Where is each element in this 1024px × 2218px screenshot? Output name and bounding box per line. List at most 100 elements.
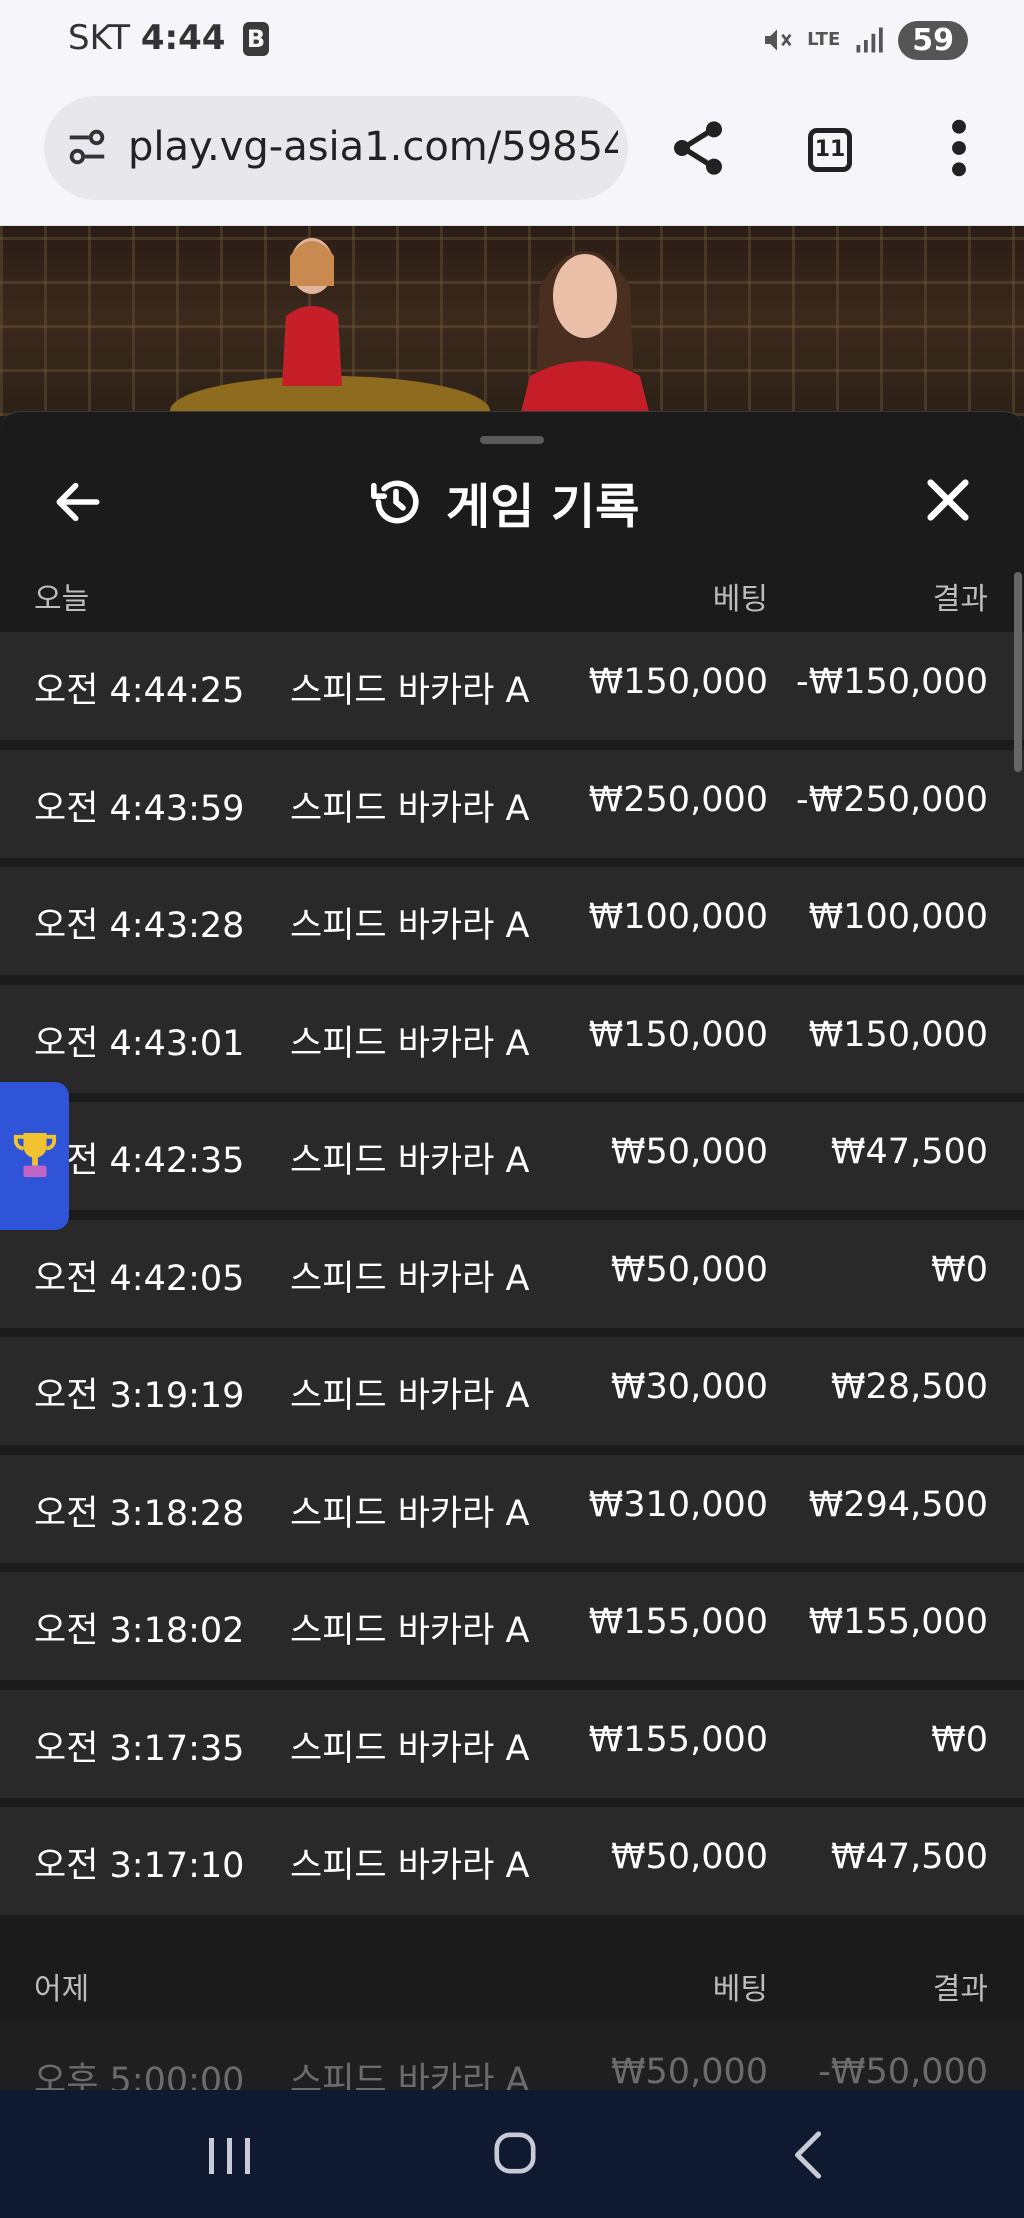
status-time: SKT 4:44 xyxy=(68,18,225,58)
drag-handle[interactable] xyxy=(480,436,544,444)
section-label: 어제 xyxy=(34,1972,90,2007)
row-game: 스피드 바카라 A xyxy=(290,671,530,711)
row-time: 오전 3:18:28 xyxy=(34,1493,245,1534)
trophy-button[interactable] xyxy=(0,1082,69,1230)
signal-icon xyxy=(856,27,883,53)
row-bet: ₩50,000 xyxy=(610,1249,768,1290)
row-result: ₩0 xyxy=(931,1249,988,1290)
dealer-figure xyxy=(520,251,650,416)
live-video xyxy=(0,226,1024,416)
row-result: ₩150,000 xyxy=(808,1014,988,1055)
row-game: 스피드 바카라 A xyxy=(290,1141,530,1181)
close-icon[interactable] xyxy=(922,474,974,526)
recent-apps-icon[interactable] xyxy=(205,2134,255,2178)
row-result: ₩100,000 xyxy=(808,897,988,937)
row-bet: ₩250,000 xyxy=(588,779,768,820)
section-header-yesterday: 어제 베팅 결과 xyxy=(0,1952,1024,2012)
table-row[interactable]: 오후 5:00:00 스피드 바카라 A ₩50,000 -₩50,000 xyxy=(0,2022,1024,2092)
row-game: 스피드 바카라 A xyxy=(290,906,530,946)
row-game: 스피드 바카라 A xyxy=(290,1258,530,1299)
trophy-icon xyxy=(13,1133,56,1178)
table-row[interactable]: 오전 3:17:10 스피드 바카라 A ₩50,000 ₩47,500 xyxy=(0,1807,1024,1915)
app-badge-icon: B xyxy=(243,22,269,56)
row-result: ₩294,500 xyxy=(808,1484,988,1525)
address-bar[interactable]: play.vg-asia1.com/59854f xyxy=(44,96,628,200)
row-game: 스피드 바카라 A xyxy=(290,1611,530,1651)
more-vert-icon[interactable] xyxy=(950,116,968,180)
table-row[interactable]: 오전 4:43:59 스피드 바카라 A ₩250,000 -₩250,000 xyxy=(0,749,1024,858)
row-bet: ₩150,000 xyxy=(588,662,768,702)
history-icon xyxy=(371,480,419,524)
row-time: 오전 4:43:01 xyxy=(34,1023,245,1064)
scrollbar[interactable] xyxy=(1014,572,1022,772)
row-result: ₩47,500 xyxy=(830,1837,988,1877)
carrier-label: SKT xyxy=(68,18,131,58)
row-time: 오전 3:17:10 xyxy=(34,1846,245,1886)
tune-icon[interactable] xyxy=(64,124,110,170)
table-row[interactable]: 오전 3:17:35 스피드 바카라 A ₩155,000 ₩0 xyxy=(0,1689,1024,1798)
row-time: 오전 4:44:25 xyxy=(34,671,245,711)
row-result: ₩0 xyxy=(931,1719,988,1760)
row-game: 스피드 바카라 A xyxy=(290,1023,530,1064)
table-row[interactable]: 오전 4:44:25 스피드 바카라 A ₩150,000 -₩150,000 xyxy=(0,632,1024,740)
table-row[interactable]: 오전 3:19:19 스피드 바카라 A ₩30,000 ₩28,500 xyxy=(0,1337,1024,1445)
row-result: ₩28,500 xyxy=(830,1367,988,1407)
history-list-yesterday: 오후 5:00:00 스피드 바카라 A ₩50,000 -₩50,000 xyxy=(0,2022,1024,2092)
row-time: 오전 4:42:05 xyxy=(34,1258,245,1299)
status-bar: SKT 4:44 B LTE 59 xyxy=(0,0,1024,80)
row-game: 스피드 바카라 A xyxy=(290,1376,530,1416)
column-header-result: 결과 xyxy=(932,582,988,617)
tab-switcher-button[interactable]: 11 xyxy=(808,128,852,172)
row-time: 오전 4:43:59 xyxy=(34,788,245,829)
home-icon[interactable] xyxy=(492,2130,538,2176)
row-bet: ₩50,000 xyxy=(610,2052,768,2092)
row-bet: ₩155,000 xyxy=(588,1719,768,1760)
section-header-today: 오늘 베팅 결과 xyxy=(0,562,1024,622)
row-result: -₩250,000 xyxy=(796,779,988,820)
row-bet: ₩150,000 xyxy=(588,1014,768,1055)
column-header-result: 결과 xyxy=(932,1972,988,2007)
row-result: -₩50,000 xyxy=(818,2052,988,2092)
table-row[interactable]: 오전 3:18:28 스피드 바카라 A ₩310,000 ₩294,500 xyxy=(0,1454,1024,1563)
table-row[interactable]: 오전 3:18:02 스피드 바카라 A ₩155,000 ₩155,000 xyxy=(0,1572,1024,1680)
row-bet: ₩50,000 xyxy=(610,1132,768,1172)
row-bet: ₩30,000 xyxy=(610,1367,768,1407)
row-bet: ₩310,000 xyxy=(588,1484,768,1525)
game-history-sheet: 게임 기록 오늘 베팅 결과 오전 4:44:25 스피드 바카라 A ₩150… xyxy=(0,411,1024,2092)
section-label: 오늘 xyxy=(34,582,90,617)
row-bet: ₩50,000 xyxy=(610,1837,768,1877)
clock: 4:44 xyxy=(140,18,226,58)
arrow-left-icon[interactable] xyxy=(50,474,106,530)
column-header-bet: 베팅 xyxy=(712,1972,768,2007)
network-label: LTE xyxy=(807,29,841,50)
table-row[interactable]: 오전 4:43:01 스피드 바카라 A ₩150,000 ₩150,000 xyxy=(0,984,1024,1093)
status-icons: LTE 59 xyxy=(761,18,968,62)
row-bet: ₩155,000 xyxy=(588,1602,768,1642)
share-icon[interactable] xyxy=(666,116,730,180)
battery-level: 59 xyxy=(898,20,968,60)
row-game: 스피드 바카라 A xyxy=(290,788,530,829)
browser-toolbar: play.vg-asia1.com/59854f 11 xyxy=(0,80,1024,226)
row-result: ₩47,500 xyxy=(830,1132,988,1172)
row-time: 오전 4:43:28 xyxy=(34,906,245,946)
page-title: 게임 기록 xyxy=(446,479,640,535)
system-nav-bar xyxy=(0,2090,1024,2218)
row-bet: ₩100,000 xyxy=(588,897,768,937)
row-game: 스피드 바카라 A xyxy=(290,1728,530,1769)
mute-icon xyxy=(765,29,792,51)
row-result: ₩155,000 xyxy=(808,1602,988,1642)
dealer-figure xyxy=(282,238,342,386)
row-result: -₩150,000 xyxy=(796,662,988,702)
sheet-title: 게임 기록 xyxy=(368,467,639,537)
table-row[interactable]: 오전 4:43:28 스피드 바카라 A ₩100,000 ₩100,000 xyxy=(0,867,1024,975)
row-game: 스피드 바카라 A xyxy=(290,1493,530,1534)
row-time: 오전 3:17:35 xyxy=(34,1728,245,1769)
row-time: 오후 5:00:00 xyxy=(34,2061,245,2092)
table-row[interactable]: 오전 4:42:05 스피드 바카라 A ₩50,000 ₩0 xyxy=(0,1219,1024,1328)
url-text[interactable]: play.vg-asia1.com/59854f xyxy=(128,124,618,174)
row-game: 스피드 바카라 A xyxy=(290,2061,530,2092)
back-nav-icon[interactable] xyxy=(786,2130,832,2180)
table-row[interactable]: 오전 4:42:35 스피드 바카라 A ₩50,000 ₩47,500 xyxy=(0,1102,1024,1210)
row-time: 오전 3:18:02 xyxy=(34,1611,245,1651)
column-header-bet: 베팅 xyxy=(712,582,768,617)
